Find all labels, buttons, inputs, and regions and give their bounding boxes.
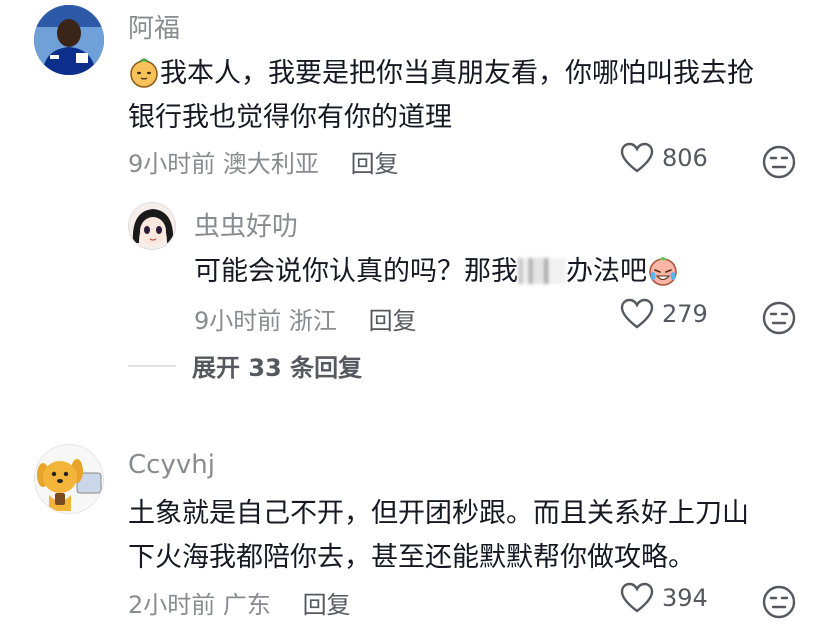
avatar[interactable] <box>34 444 104 514</box>
comment-location: 广东 <box>222 591 271 619</box>
peach-face-emoji-icon <box>130 58 158 88</box>
reply-button[interactable]: 回复 <box>369 307 417 335</box>
divider-line <box>128 364 176 367</box>
comment-meta: 9小时前 澳大利亚 回复 <box>128 144 399 179</box>
reply-text: 可能会说你认真的吗？那我 办法吧 <box>194 250 679 294</box>
comment-location: 澳大利亚 <box>222 150 319 178</box>
cartoon-dog-avatar-icon <box>35 445 103 513</box>
comment-time: 2小时前 <box>128 591 216 619</box>
reply-time: 9小时前 <box>194 307 282 335</box>
comment-text-lead: 土象就是自己不开，但开团秒跟。而且关系好上刀山 <box>128 498 749 529</box>
football-player-avatar-icon <box>34 5 104 75</box>
reply-location: 浙江 <box>288 307 337 335</box>
comment-time: 9小时前 <box>128 150 216 178</box>
comment-text-tail: 下火海我都陪你去，甚至还能默默帮你做攻略。 <box>128 542 695 573</box>
like-count: 394 <box>662 584 708 612</box>
comment-text: 土象就是自己不开，但开团秒跟。而且关系好上刀山 下火海我都陪你去，甚至还能默默帮… <box>128 492 808 580</box>
dislike-face-icon[interactable] <box>762 585 796 619</box>
redacted-text <box>518 258 566 284</box>
heart-icon <box>620 298 654 329</box>
like-count: 806 <box>662 144 708 172</box>
avatar[interactable] <box>34 5 104 75</box>
reply-button[interactable]: 回复 <box>351 150 399 178</box>
like-button[interactable]: 806 <box>620 142 708 174</box>
dislike-face-icon[interactable] <box>762 145 796 179</box>
like-count: 279 <box>662 300 708 328</box>
comment-author[interactable]: Ccyvhj <box>128 450 215 480</box>
anime-girl-avatar-icon <box>129 203 175 249</box>
heart-icon <box>620 582 654 613</box>
reply-text-before: 可能会说你认真的吗？那我 <box>194 256 518 287</box>
crying-laugh-emoji-icon <box>649 257 677 286</box>
like-button[interactable]: 394 <box>620 582 708 614</box>
comment-text: 我本人，我要是把你当真朋友看，你哪怕叫我去抢 银行我也觉得你有你的道理 <box>128 52 808 140</box>
expand-replies-button[interactable]: 展开 33 条回复 <box>128 348 362 383</box>
reply-meta: 9小时前 浙江 回复 <box>194 301 417 336</box>
avatar[interactable] <box>128 202 176 250</box>
reply-button[interactable]: 回复 <box>303 591 351 619</box>
reply-text-after: 办法吧 <box>566 256 647 287</box>
heart-icon <box>620 142 654 173</box>
comment-author[interactable]: 阿福 <box>128 8 180 45</box>
dislike-face-icon[interactable] <box>762 301 796 335</box>
comment-text-lead: 我本人，我要是把你当真朋友看，你哪怕叫我去抢 <box>160 58 754 89</box>
comment-meta: 2小时前 广东 回复 <box>128 585 351 620</box>
like-button[interactable]: 279 <box>620 298 708 330</box>
comment-text-tail: 银行我也觉得你有你的道理 <box>128 102 452 133</box>
reply-author[interactable]: 虫虫好叻 <box>194 206 298 243</box>
expand-replies-label: 展开 33 条回复 <box>192 354 363 382</box>
